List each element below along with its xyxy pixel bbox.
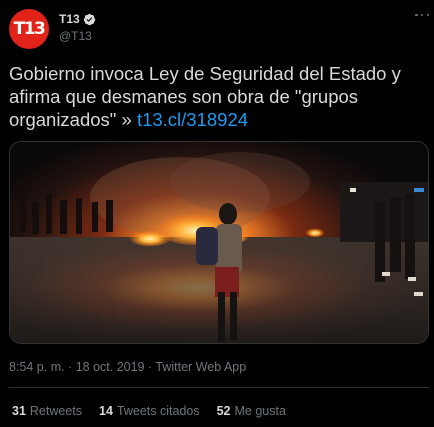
quote-tweets-label: Tweets citados	[116, 404, 200, 418]
likes-count: 52	[216, 404, 231, 418]
tweet-text: Gobierno invoca Ley de Seguridad del Est…	[9, 62, 419, 131]
tweet-source[interactable]: Twitter Web App	[155, 360, 246, 374]
verified-badge-icon	[83, 13, 96, 26]
avatar-logo-text: T13	[13, 19, 46, 39]
likes-label: Me gusta	[234, 404, 286, 418]
tweet-link[interactable]: t13.cl/318924	[137, 109, 248, 130]
likes-stat[interactable]: 52 Me gusta	[217, 404, 286, 418]
tweet-time[interactable]: 8:54 p. m.	[9, 360, 65, 374]
tweet-meta: 8:54 p. m. · 18 oct. 2019 · Twitter Web …	[9, 360, 246, 374]
divider	[9, 387, 429, 388]
retweets-stat[interactable]: 31 Retweets	[12, 404, 82, 418]
more-options-icon[interactable]	[415, 8, 429, 22]
retweets-count: 31	[12, 404, 26, 418]
tweet-stats: 31 Retweets 14 Tweets citados 52 Me gust…	[12, 404, 286, 418]
retweets-label: Retweets	[29, 404, 83, 418]
name-row: T13	[59, 11, 96, 27]
tweet: T13 T13 @T13 Gobierno invoca Ley de Segu…	[0, 0, 434, 427]
tweet-date[interactable]: 18 oct. 2019	[76, 360, 145, 374]
author-handle[interactable]: @T13	[59, 29, 96, 43]
protest-fire-photo	[10, 142, 428, 343]
display-name[interactable]: T13	[59, 12, 80, 26]
tweet-photo[interactable]	[9, 141, 429, 344]
author-header: T13 @T13	[59, 11, 96, 43]
quote-tweets-count: 14	[99, 404, 113, 418]
avatar[interactable]: T13	[9, 9, 49, 49]
meta-separator: ·	[144, 360, 156, 374]
quote-tweets-stat[interactable]: 14 Tweets citados	[99, 404, 200, 418]
meta-separator: ·	[64, 360, 76, 374]
